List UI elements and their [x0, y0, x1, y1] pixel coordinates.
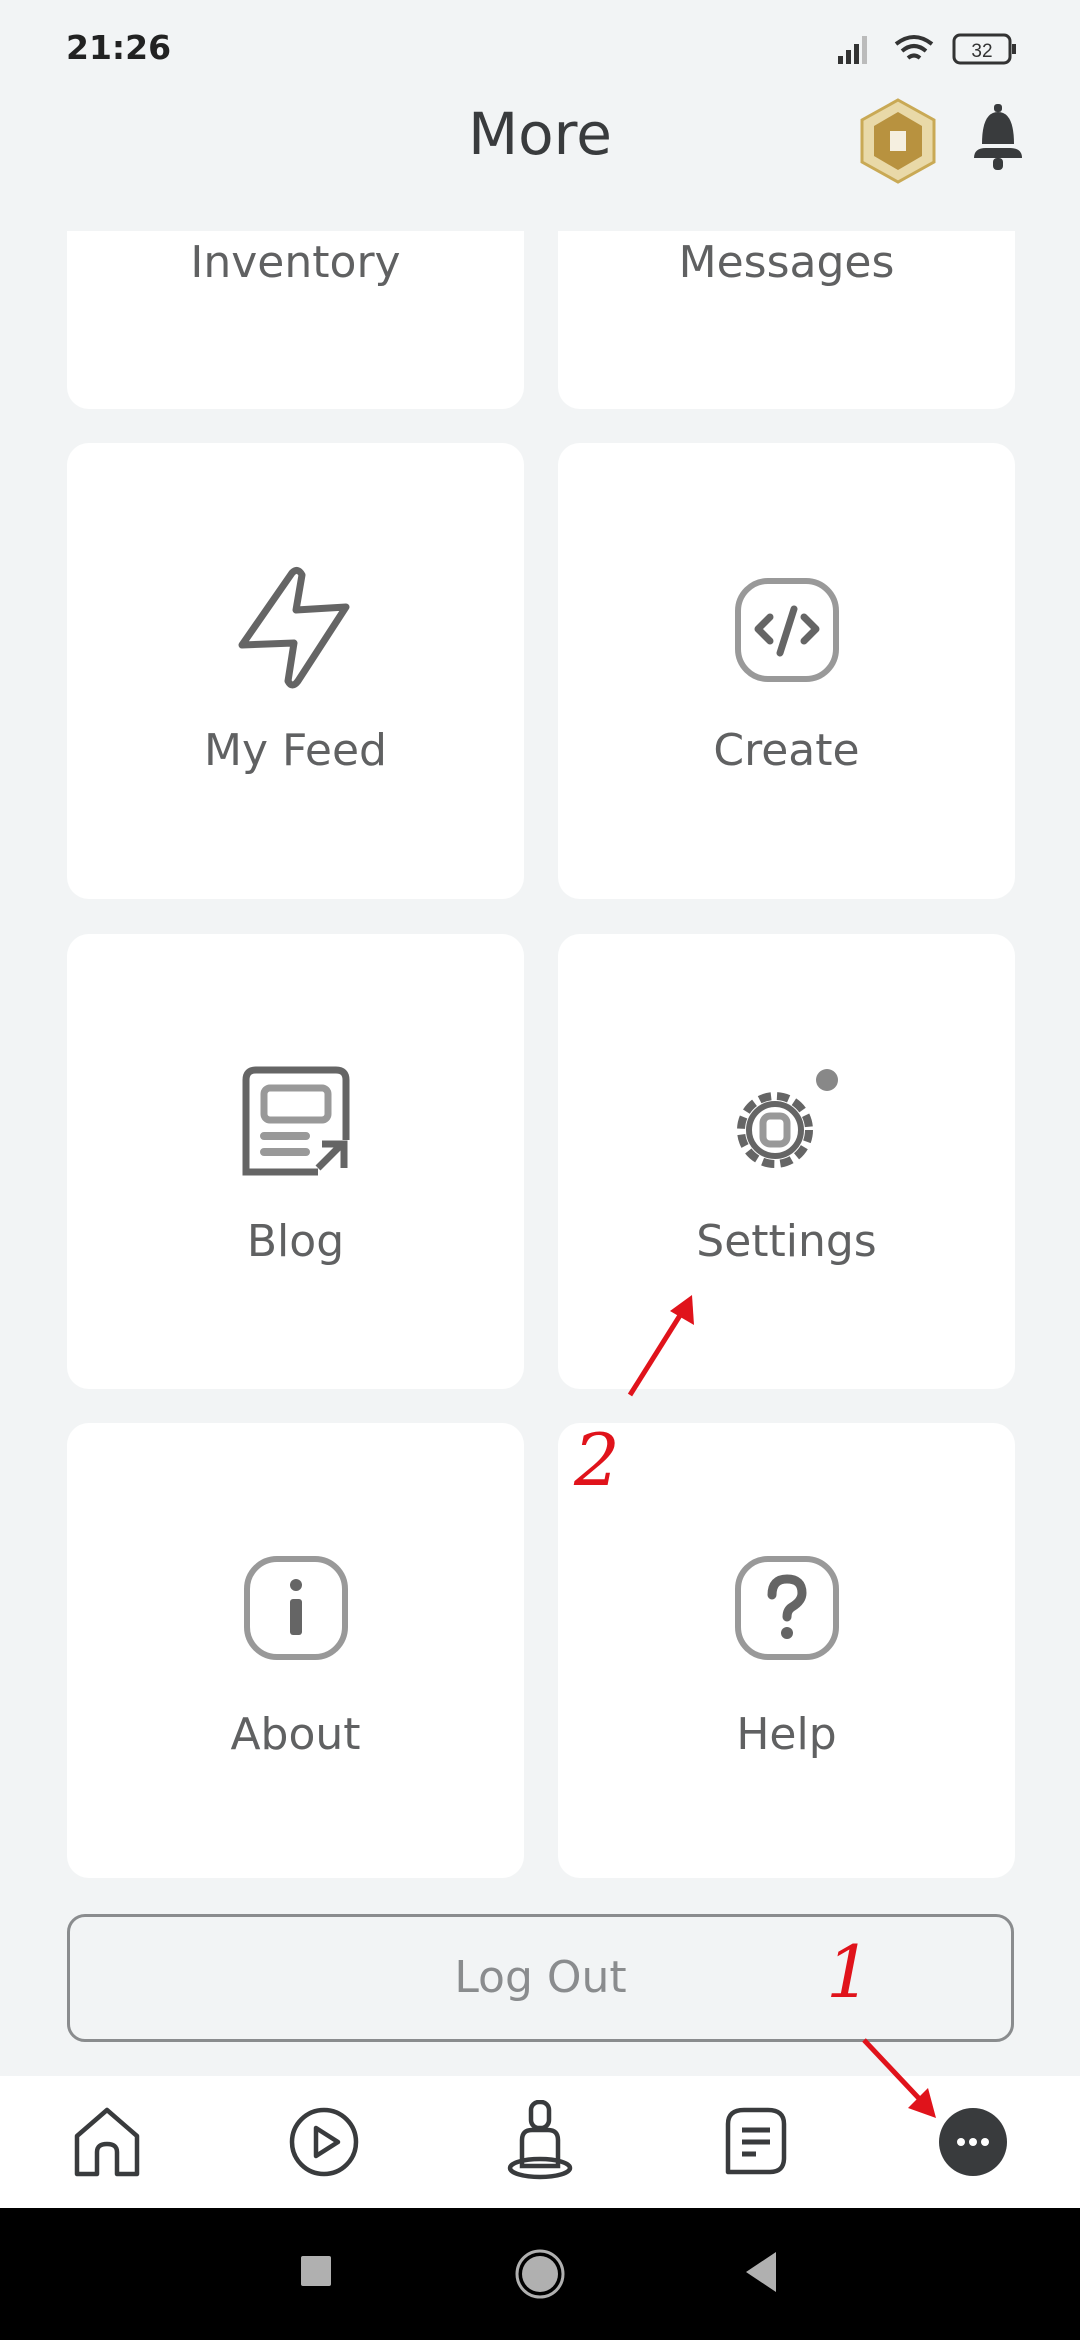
system-nav-bar: [0, 2208, 1080, 2340]
code-icon: [734, 578, 839, 682]
annotation-arrow-2: [627, 1295, 694, 1397]
menu-item-label: Blog: [246, 1216, 345, 1267]
annotation-arrow-1: [862, 2038, 936, 2118]
system-home-button[interactable]: [514, 2248, 566, 2300]
recents-button[interactable]: [299, 2254, 333, 2288]
menu-item-messages[interactable]: Messages: [558, 231, 1015, 409]
discover-play-icon[interactable]: [288, 2106, 360, 2178]
svg-text:32: 32: [971, 41, 992, 62]
annotation-step-1: 1: [826, 1930, 872, 2014]
bell-icon[interactable]: [972, 104, 1024, 174]
menu-item-label: About: [230, 1709, 361, 1760]
menu-item-my-feed[interactable]: My Feed: [67, 443, 524, 899]
menu-item-create[interactable]: Create: [558, 443, 1015, 899]
signal-icon: [838, 36, 867, 64]
settings-gear-icon: [736, 1069, 838, 1168]
wifi-icon: [894, 35, 934, 60]
menu-item-label: Messages: [678, 237, 895, 288]
menu-item-blog[interactable]: Blog: [67, 934, 524, 1389]
robux-coin-icon[interactable]: [858, 98, 938, 184]
menu-item-label: Settings: [696, 1216, 877, 1267]
avatar-icon[interactable]: [504, 2100, 576, 2180]
menu-item-label: Inventory: [190, 237, 401, 288]
lightning-icon: [238, 566, 349, 689]
menu-item-label: Create: [713, 725, 860, 776]
annotation-step-2: 2: [574, 1418, 620, 1502]
info-icon: [243, 1556, 348, 1660]
menu-item-label: My Feed: [204, 725, 387, 776]
blog-icon: [242, 1066, 349, 1176]
menu-item-help[interactable]: Help: [558, 1423, 1015, 1878]
menu-item-label: Help: [736, 1709, 837, 1760]
home-icon[interactable]: [71, 2106, 143, 2178]
help-icon: [734, 1556, 839, 1660]
battery-icon: 32: [952, 33, 1016, 65]
status-icons: 32: [838, 33, 1016, 65]
chat-icon[interactable]: [720, 2106, 792, 2178]
status-time: 21:26: [66, 28, 172, 67]
log-out-button[interactable]: Log Out: [67, 1914, 1014, 2042]
menu-item-inventory[interactable]: Inventory: [67, 231, 524, 409]
back-button[interactable]: [742, 2250, 778, 2294]
menu-item-about[interactable]: About: [67, 1423, 524, 1878]
